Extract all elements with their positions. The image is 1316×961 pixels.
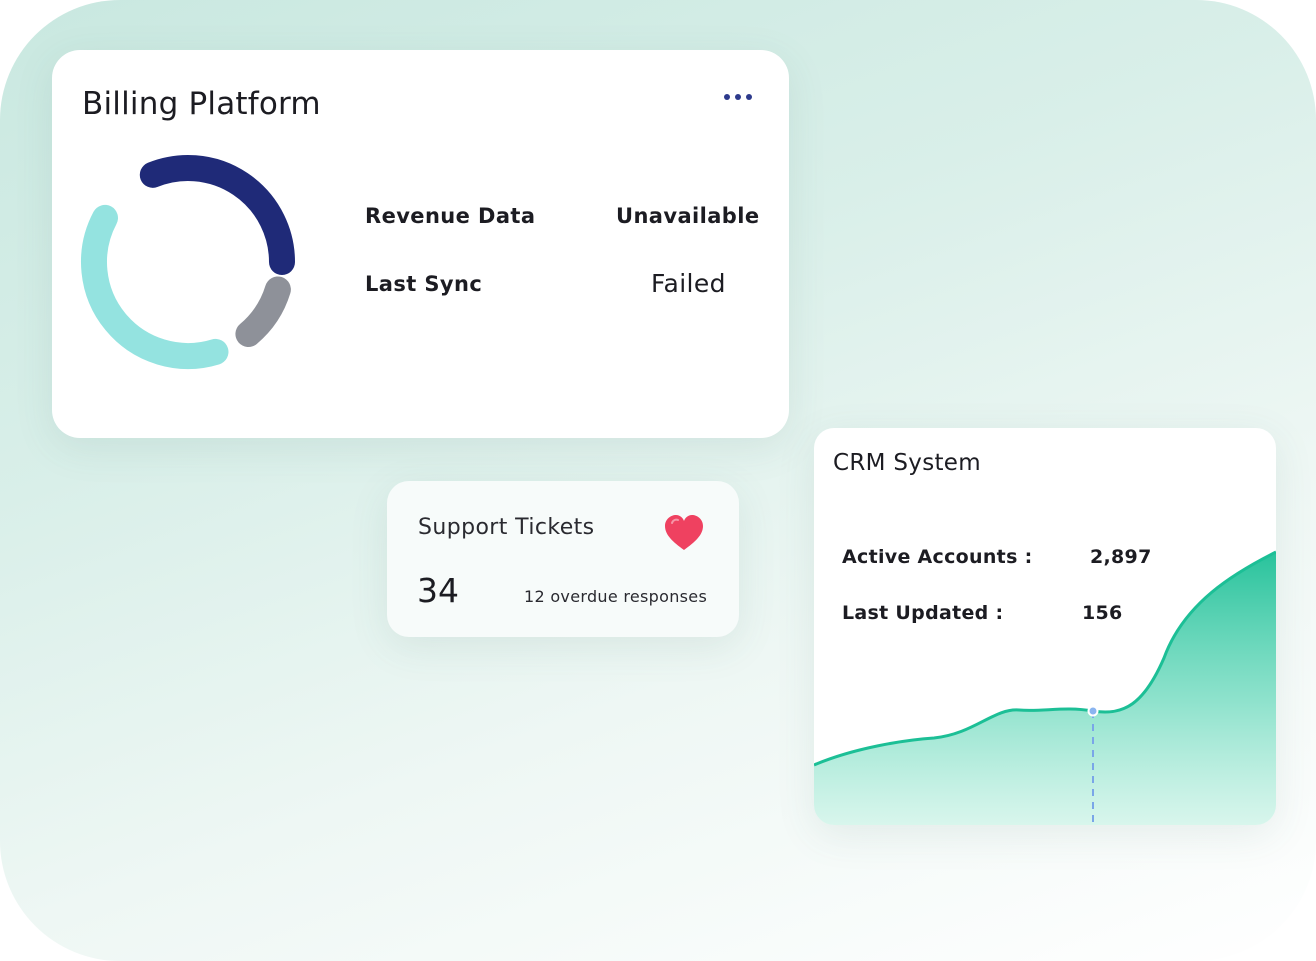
- last-sync-value: Failed: [651, 269, 726, 298]
- donut-segment-gray: [235, 276, 291, 348]
- crm-area-chart: [814, 550, 1276, 825]
- dashboard-backdrop: Billing Platform Revenue Data Unavailabl…: [0, 0, 1316, 961]
- billing-donut-chart: [81, 155, 295, 369]
- billing-platform-card: Billing Platform Revenue Data Unavailabl…: [52, 50, 789, 438]
- more-options-icon[interactable]: [714, 84, 762, 110]
- donut-segment-aqua: [81, 204, 229, 369]
- active-accounts-value: 2,897: [1090, 546, 1152, 568]
- last-sync-label: Last Sync: [365, 272, 483, 296]
- last-updated-label: Last Updated :: [842, 602, 1004, 624]
- revenue-data-value: Unavailable: [616, 204, 760, 228]
- support-overdue-text: 12 overdue responses: [524, 587, 708, 606]
- support-tickets-card: Support Tickets 34 12 overdue responses: [387, 481, 739, 637]
- crm-area-fill: [814, 552, 1276, 825]
- donut-segment-navy: [139, 155, 295, 275]
- last-updated-value: 156: [1082, 602, 1123, 624]
- support-ticket-count: 34: [417, 571, 459, 610]
- crm-system-card: CRM System Active Accounts : 2,897 Last …: [814, 428, 1276, 825]
- support-card-title: Support Tickets: [418, 515, 595, 540]
- crm-hover-point: [1087, 705, 1099, 717]
- active-accounts-label: Active Accounts :: [842, 546, 1033, 568]
- revenue-data-label: Revenue Data: [365, 204, 536, 228]
- billing-card-title: Billing Platform: [82, 86, 321, 122]
- heart-icon: [665, 515, 703, 550]
- crm-card-title: CRM System: [833, 450, 981, 476]
